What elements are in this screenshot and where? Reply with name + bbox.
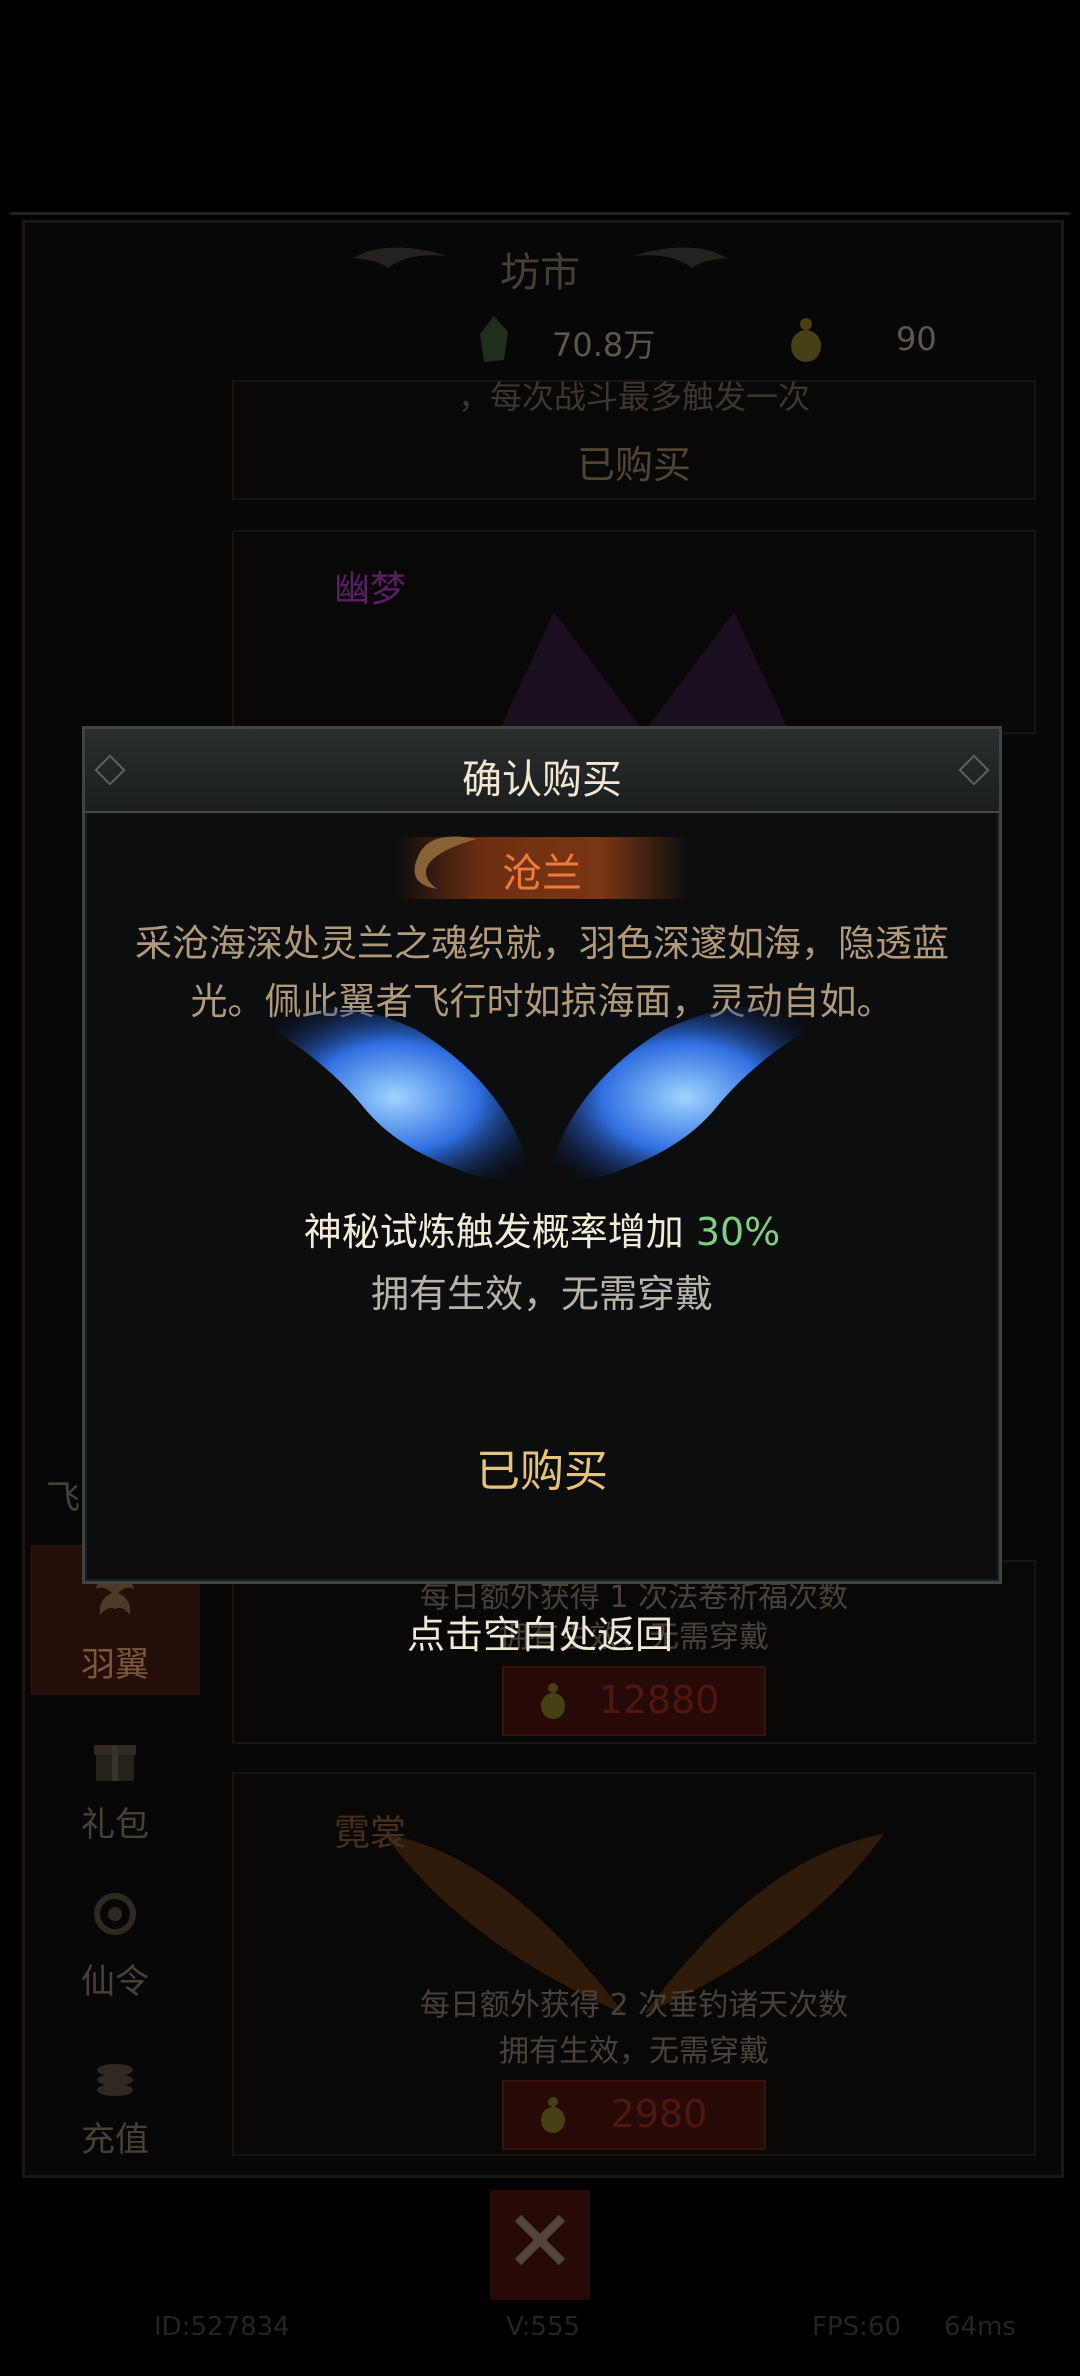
wings-image [255, 1006, 825, 1189]
dialog-title: 确认购买 [462, 757, 622, 803]
dialog-header: 确认购买 [85, 729, 999, 813]
effect-value: 30% [695, 1210, 781, 1254]
owned-note: 拥有生效，无需穿戴 [370, 1272, 713, 1316]
effect-text: 神秘试炼触发概率增加 [303, 1210, 684, 1254]
effect-line: 神秘试炼触发概率增加 30% [85, 1201, 999, 1256]
item-name: 沧兰 [502, 851, 582, 897]
confirm-purchase-dialog: 确认购买 沧兰 采沧海深处灵兰之魂织就，羽色深邃如海，隐透蓝光。佩此翼者飞行时如… [82, 726, 1002, 1584]
purchased-status-button[interactable]: 已购买 [412, 1429, 672, 1505]
tap-to-return-hint: 点击空白处返回 [406, 1613, 673, 1657]
